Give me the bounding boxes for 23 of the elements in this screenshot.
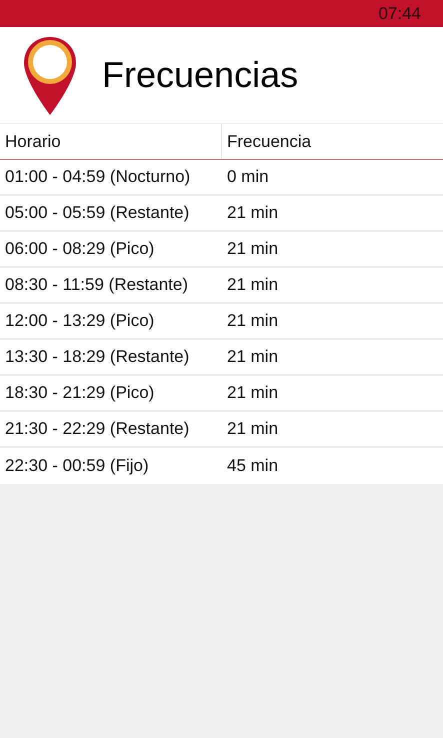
table-cell-text: 21 min — [226, 310, 278, 332]
table-cell-text: 05:00 - 05:59 (Restante) — [4, 202, 190, 224]
table-cell-text: 08:30 - 11:59 (Restante) — [4, 274, 190, 296]
table-cell-text: 13:30 - 18:29 (Restante) — [4, 346, 190, 368]
clock-time: 07:44 — [378, 4, 421, 24]
table-cell-text: 21 min — [226, 382, 278, 404]
table-cell-text: 21 min — [226, 238, 278, 260]
map-pin-icon — [22, 35, 78, 117]
table-cell-text: 21 min — [226, 418, 278, 440]
table-cell-text: 21 min — [226, 202, 278, 224]
table-cell-text: 0 min — [226, 166, 269, 188]
table-cell-text: 21 min — [226, 274, 278, 296]
page-title: Frecuencias — [102, 54, 298, 96]
table-cell-text: 01:00 - 04:59 (Nocturno) — [4, 166, 192, 188]
table-cell-text: 22:30 - 00:59 (Fijo) — [4, 455, 150, 477]
table-cell-text: 18:30 - 21:29 (Pico) — [4, 382, 156, 404]
table-cell-text: 12:00 - 13:29 (Pico) — [4, 310, 156, 332]
table-cell-text: 06:00 - 08:29 (Pico) — [4, 238, 156, 260]
column-header: Frecuencia — [226, 130, 312, 152]
table-cell-text: 21:30 - 22:29 (Restante) — [4, 418, 190, 440]
table-cell-text: 45 min — [226, 455, 278, 477]
column-header: Horario — [0, 124, 222, 159]
table-cell-text: 21 min — [226, 346, 278, 368]
